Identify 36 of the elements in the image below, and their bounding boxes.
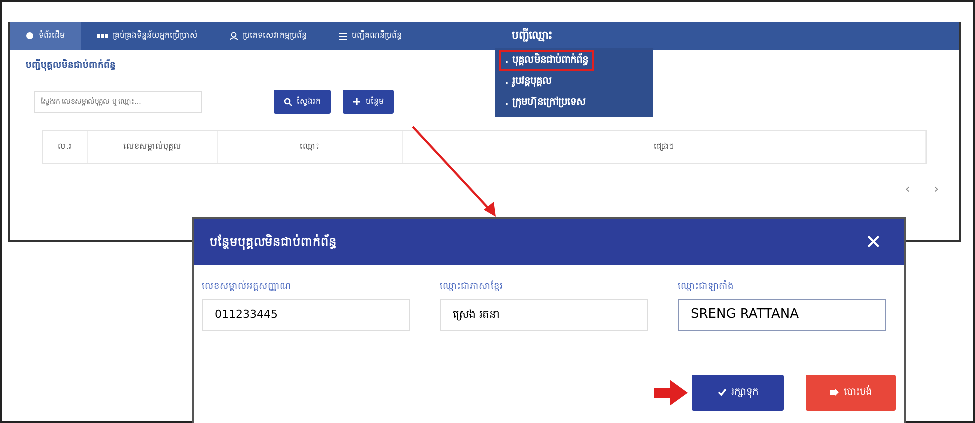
nav-tab[interactable]: ទំព័រដើម (10, 22, 81, 50)
list-icon (339, 32, 347, 40)
menu-title[interactable]: បញ្ជីឈ្មោះ (512, 24, 553, 48)
input-field[interactable]: ស្រេង រតនា (440, 298, 648, 330)
field-label: ឈ្មោះជាឡាតាំង (678, 281, 735, 294)
column-header: ល.រ (43, 130, 88, 162)
field-label: លេខសម្គាល់អត្តសញ្ញាណ (202, 281, 292, 294)
menu-item[interactable]: . បុគ្គលមិនជាប់ពាក់ព័ន្ធ (499, 50, 594, 71)
column-header: ផ្សេងៗ (403, 130, 926, 162)
nav-tab[interactable]: ប្រភេទសេវាកម្មប្រព័ន្ធ (214, 22, 323, 50)
user-icon (230, 32, 238, 40)
close-button[interactable]: ✕ (859, 226, 888, 258)
grid-icon (97, 32, 108, 40)
column-header: ឈ្មោះ (218, 130, 403, 162)
pointer-arrow (654, 380, 688, 406)
input-field[interactable]: 011233445 (202, 298, 410, 330)
check-icon (718, 388, 726, 397)
search-button[interactable]: ស្វែងរក (274, 90, 331, 114)
pagination-arrow[interactable]: ‹ (905, 180, 910, 198)
home-icon (26, 32, 34, 40)
save-button[interactable]: រក្សាទុក (692, 374, 784, 410)
menu-item[interactable]: . ក្រុមហ៊ុនក្រៅប្រទេស (499, 92, 592, 113)
panel-title: បញ្ជីបុគ្គលមិនជាប់ពាក់ព័ន្ធ (26, 60, 116, 73)
plus-icon (353, 98, 361, 106)
add-button[interactable]: បន្ថែម (343, 90, 394, 114)
menu-item[interactable]: . រូបវន្តបុគ្គល (499, 71, 558, 92)
pagination-arrow[interactable]: › (934, 180, 939, 198)
nav-tab[interactable]: បញ្ជីគណនីប្រព័ន្ធ (323, 22, 418, 50)
field-label: ឈ្មោះជាភាសាខ្មែរ (440, 281, 504, 294)
input-field[interactable]: SRENG RATTANA (678, 298, 886, 330)
column-header: លេខសម្គាល់បុគ្គល (88, 130, 218, 162)
dialog-title: បន្ថែមបុគ្គលមិនជាប់ពាក់ព័ន្ធ (210, 233, 337, 251)
cancel-button[interactable]: បោះបង់ (806, 374, 896, 410)
search-icon (284, 98, 292, 106)
exit-icon (830, 388, 839, 397)
nav-tab[interactable]: គ្រប់គ្រងទិន្នន័យអ្នកប្រើប្រាស់ (81, 22, 214, 50)
